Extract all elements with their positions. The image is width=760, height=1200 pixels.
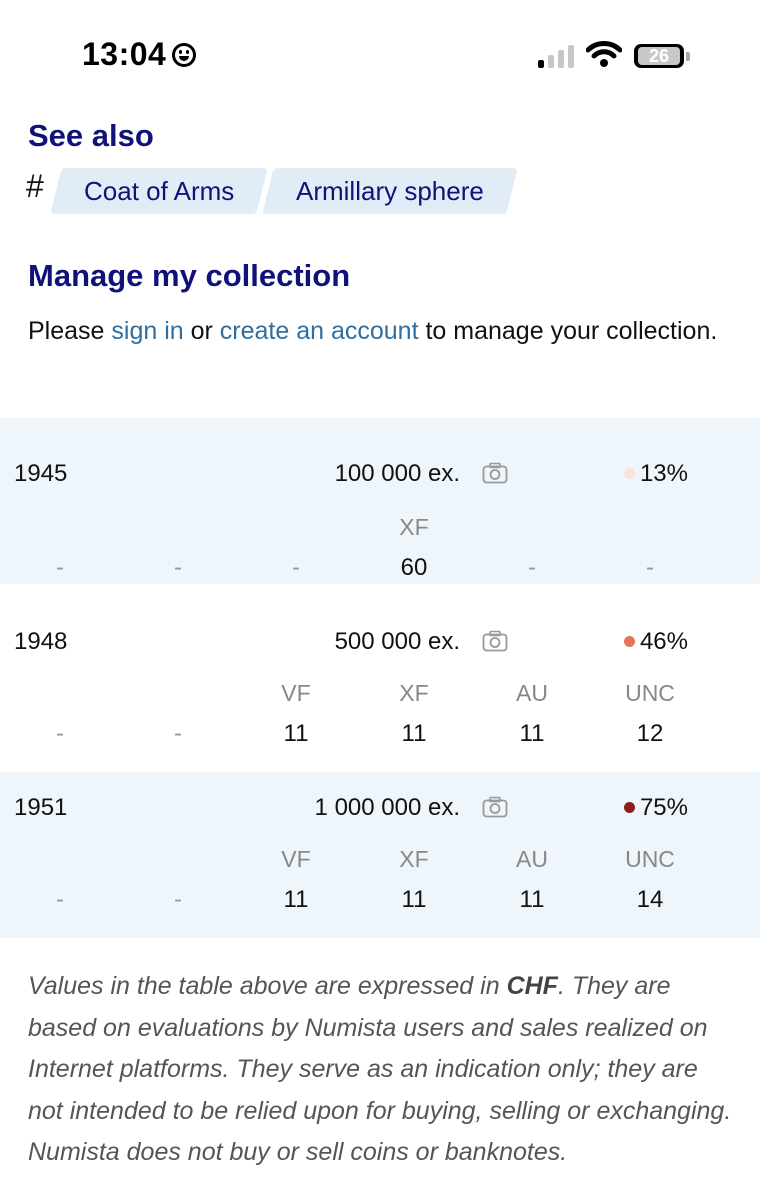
row-rarity-percent: 75% <box>623 794 688 822</box>
grade-au: AU <box>516 846 548 872</box>
price-value: 11 <box>519 886 545 913</box>
sign-in-link[interactable]: sign in <box>111 317 183 345</box>
price-value: - <box>56 554 64 581</box>
grade-xf: XF <box>399 680 429 706</box>
price-value: 11 <box>519 720 545 747</box>
rarity-dot-icon <box>623 468 635 479</box>
price-value: - <box>56 720 64 747</box>
row-rarity-percent: 46% <box>623 628 688 656</box>
row-rarity-percent: 13% <box>623 460 688 488</box>
mintage-row-1951[interactable]: 1951 1 000 000 ex. 75% VF XF AU UNC - - … <box>0 772 760 938</box>
price-value: - <box>174 720 182 747</box>
grade-unc: UNC <box>625 680 675 706</box>
price-value: 12 <box>636 720 664 747</box>
tag-coat-of-arms[interactable]: Coat of Arms <box>50 168 269 214</box>
price-value: - <box>528 554 536 581</box>
price-value: - <box>174 886 182 913</box>
see-also-heading: See also <box>28 118 154 153</box>
price-value: 11 <box>401 720 427 747</box>
mintage-row-1948[interactable]: 1948 500 000 ex. 46% VF XF AU UNC - - 11… <box>0 606 760 772</box>
row-mintage: 100 000 ex. <box>334 460 460 487</box>
price-value: - <box>174 554 182 581</box>
mintage-row-1945[interactable]: 1945 100 000 ex. 13% XF - - - 60 - - <box>0 418 760 584</box>
tag-armillary-sphere[interactable]: Armillary sphere <box>262 168 518 214</box>
status-time: 13:04 <box>82 36 197 73</box>
price-value: 11 <box>283 720 309 747</box>
price-disclaimer: Values in the table above are expressed … <box>28 966 738 1174</box>
price-value: 60 <box>400 554 428 581</box>
smiley-icon <box>172 43 197 67</box>
grade-au: AU <box>516 680 548 706</box>
grade-xf: XF <box>399 514 429 540</box>
text-fragment: . They are based on evaluations by Numis… <box>28 972 732 1166</box>
camera-icon[interactable] <box>482 796 508 818</box>
grade-vf: VF <box>281 846 311 872</box>
text-fragment: Please <box>28 317 112 345</box>
rarity-dot-icon <box>623 802 635 813</box>
row-mintage: 500 000 ex. <box>334 628 460 655</box>
camera-icon[interactable] <box>482 462 508 484</box>
tag-label: Coat of Arms <box>84 176 235 206</box>
currency-code: CHF <box>506 972 558 1000</box>
camera-icon[interactable] <box>482 630 508 652</box>
percent-value: 13% <box>639 460 688 487</box>
price-value: - <box>646 554 654 581</box>
rarity-dot-icon <box>623 636 635 647</box>
percent-value: 46% <box>639 628 688 655</box>
hashtag-icon: # <box>26 168 44 204</box>
price-value: - <box>56 886 64 913</box>
percent-value: 75% <box>639 794 688 821</box>
battery-level: 26 <box>648 46 670 66</box>
row-year: 1945 <box>14 460 68 487</box>
grade-vf: VF <box>281 680 311 706</box>
row-mintage: 1 000 000 ex. <box>314 794 460 821</box>
tag-label: Armillary sphere <box>296 176 484 206</box>
battery-icon: 26 <box>634 44 684 68</box>
cellular-signal-icon <box>538 44 576 68</box>
price-value: 11 <box>283 886 309 913</box>
grade-unc: UNC <box>625 846 675 872</box>
create-account-link[interactable]: create an account <box>220 317 419 345</box>
manage-collection-heading: Manage my collection <box>28 258 351 293</box>
price-value: 11 <box>401 886 427 913</box>
status-bar: 13:04 26 <box>0 0 760 110</box>
grade-xf: XF <box>399 846 429 872</box>
text-fragment: to manage your collection. <box>418 317 718 345</box>
text-fragment: Values in the table above are expressed … <box>28 972 507 1000</box>
row-year: 1951 <box>14 794 68 821</box>
price-value: - <box>292 554 300 581</box>
wifi-icon <box>586 41 622 67</box>
manage-collection-text: Please sign in or create an account to m… <box>28 310 728 352</box>
row-year: 1948 <box>14 628 68 655</box>
price-value: 14 <box>636 886 664 913</box>
battery-tip <box>686 52 690 61</box>
text-fragment: or <box>183 317 220 345</box>
